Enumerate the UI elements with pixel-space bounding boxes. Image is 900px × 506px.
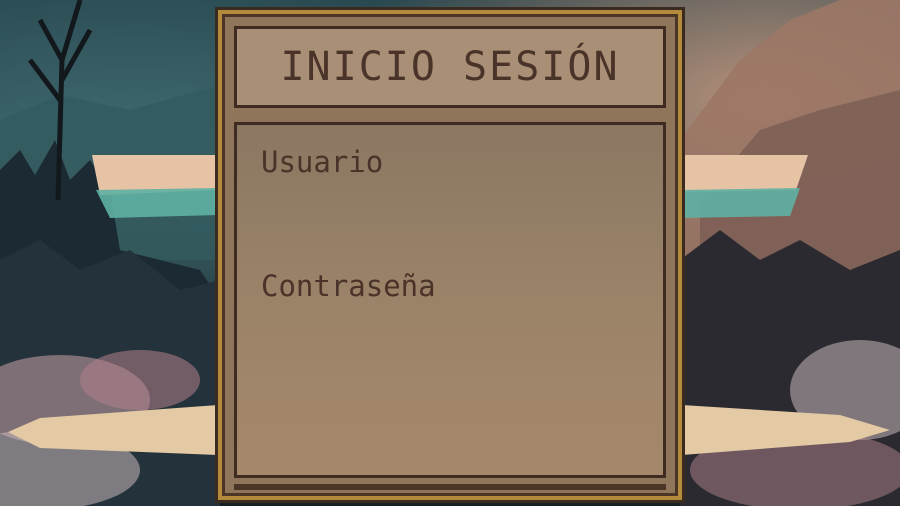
panel-bottom-border [234,484,666,490]
username-input[interactable] [259,189,643,227]
login-form: Usuario Contraseña [234,122,666,478]
username-label: Usuario [261,145,384,179]
login-panel: INICIO SESIÓN Usuario Contraseña [218,10,682,500]
password-input[interactable] [259,313,643,351]
title-box: INICIO SESIÓN [234,26,666,108]
login-title: INICIO SESIÓN [280,44,620,90]
password-label: Contraseña [261,269,436,303]
game-screen: INICIO SESIÓN Usuario Contraseña [0,0,900,506]
